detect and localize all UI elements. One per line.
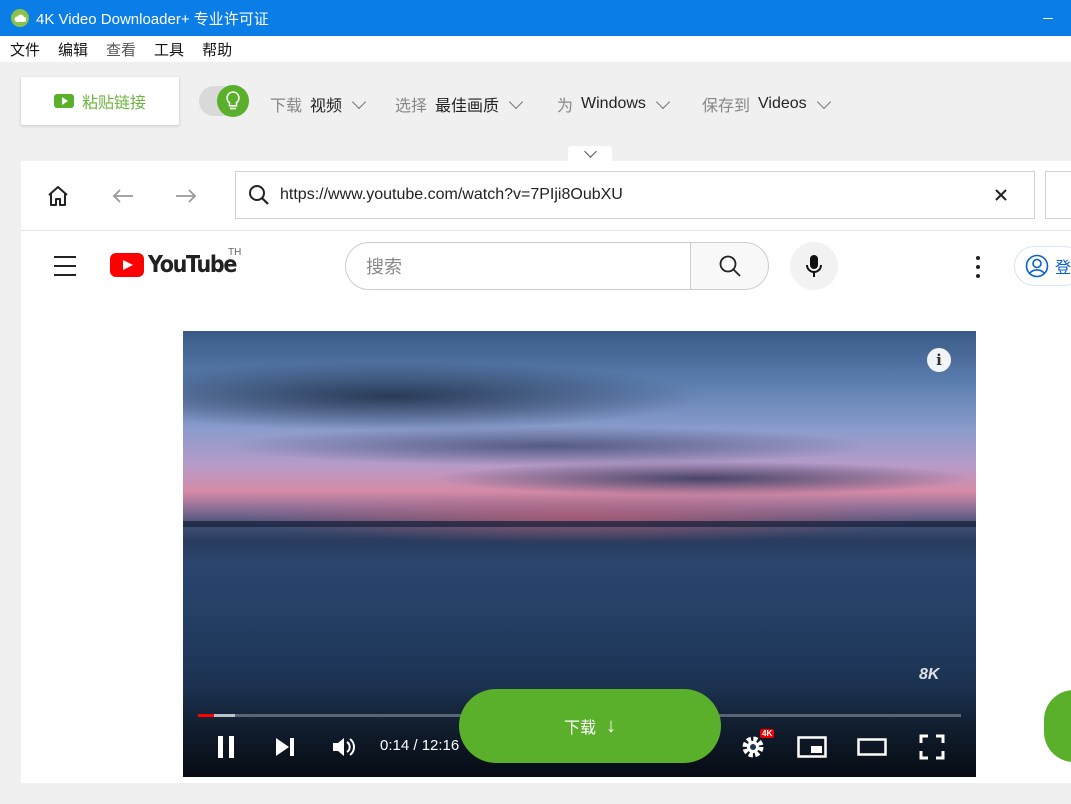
menu-bar: 文件 编辑 查看 工具 帮助 (0, 36, 1071, 62)
platform-value: Windows (581, 95, 646, 112)
menu-view[interactable]: 查看 (106, 39, 136, 60)
bulb-icon (217, 85, 249, 117)
search-icon (249, 185, 269, 205)
sign-in-button[interactable]: 登 (1014, 246, 1071, 286)
save-location-label: 保存到 (702, 98, 751, 115)
menu-tools[interactable]: 工具 (154, 39, 184, 60)
miniplayer-button[interactable] (796, 733, 828, 761)
menu-icon[interactable] (54, 256, 76, 276)
pause-icon (218, 736, 234, 758)
youtube-logo[interactable]: YouTube TH (110, 247, 246, 278)
miniplayer-icon (797, 736, 827, 758)
theater-mode-button[interactable] (856, 733, 888, 761)
paste-link-button[interactable]: 粘贴链接 (21, 77, 179, 125)
collapse-browser-button[interactable] (568, 145, 612, 162)
info-icon[interactable]: i (927, 348, 951, 372)
download-button[interactable]: 下载 ↓ (459, 689, 721, 763)
country-code: TH (228, 247, 242, 258)
toolbar: 粘贴链接 下载 视频 选择 最佳画质 为 Windows 保存到 Videos (0, 62, 1071, 144)
url-text: https://www.youtube.com/watch?v=7PIji8Ou… (280, 186, 623, 203)
close-icon (995, 189, 1007, 201)
fullscreen-button[interactable] (917, 733, 947, 761)
browser-nav-bar: https://www.youtube.com/watch?v=7PIji8Ou… (21, 161, 1071, 231)
youtube-wordmark: YouTube (148, 252, 237, 278)
save-location-dropdown[interactable]: 保存到 Videos (702, 92, 831, 116)
title-bar: 4K Video Downloader+ 专业许可证 (0, 0, 1071, 36)
paste-link-label: 粘贴链接 (81, 95, 146, 112)
video-frame (183, 361, 703, 431)
platform-dropdown[interactable]: 为 Windows (557, 92, 670, 116)
time-display: 0:14 / 12:16 (380, 737, 460, 754)
chevron-down-icon (583, 145, 597, 158)
channel-watermark: 8K (919, 666, 940, 683)
next-icon (276, 738, 294, 756)
search-placeholder: 搜索 (366, 257, 402, 277)
url-bar[interactable]: https://www.youtube.com/watch?v=7PIji8Ou… (235, 171, 1035, 219)
platform-label: 为 (557, 98, 574, 115)
smart-mode-toggle[interactable] (199, 85, 249, 117)
pause-button[interactable] (214, 733, 238, 761)
mic-icon (806, 255, 822, 277)
volume-button[interactable] (330, 733, 358, 761)
theater-icon (857, 738, 887, 756)
voice-search-button[interactable] (790, 242, 838, 290)
chevron-down-icon (351, 94, 367, 109)
progress-played (198, 714, 215, 717)
youtube-play-icon (110, 253, 144, 277)
home-button[interactable] (41, 181, 75, 211)
chevron-down-icon (816, 94, 831, 109)
more-vert-icon[interactable] (973, 256, 983, 278)
user-icon (1025, 254, 1049, 278)
forward-button[interactable] (169, 181, 203, 211)
quality-value: 最佳画质 (435, 98, 500, 115)
search-icon (719, 255, 741, 277)
back-arrow-icon (112, 189, 133, 203)
app-logo-icon (11, 9, 29, 27)
chevron-down-icon (655, 94, 670, 109)
quality-dropdown[interactable]: 选择 最佳画质 (395, 92, 524, 116)
back-button[interactable] (106, 181, 140, 211)
save-location-value: Videos (758, 95, 807, 112)
quality-label: 选择 (395, 98, 428, 115)
minimize-button[interactable] (1025, 0, 1071, 36)
quality-badge: 4K (760, 729, 775, 738)
download-label: 下载 (563, 720, 596, 737)
menu-help[interactable]: 帮助 (202, 39, 232, 60)
fullscreen-icon (919, 734, 945, 760)
youtube-play-icon (53, 94, 74, 108)
next-button[interactable] (273, 733, 297, 761)
chevron-down-icon (508, 94, 524, 109)
browser-side-button[interactable] (1045, 171, 1071, 219)
window-title: 4K Video Downloader+ 专业许可证 (36, 10, 269, 28)
download-type-label: 下载 (270, 98, 303, 115)
home-icon (48, 186, 68, 206)
volume-icon (333, 738, 355, 756)
menu-file[interactable]: 文件 (10, 39, 40, 60)
minimize-icon (1043, 17, 1053, 19)
menu-edit[interactable]: 编辑 (58, 39, 88, 60)
youtube-search-button[interactable] (691, 242, 769, 290)
youtube-search-input[interactable]: 搜索 (345, 242, 691, 290)
forward-arrow-icon (176, 189, 197, 203)
download-type-dropdown[interactable]: 下载 视频 (270, 92, 367, 116)
download-arrow-icon: ↓ (606, 714, 616, 737)
sign-in-label: 登 (1055, 260, 1071, 277)
download-type-value: 视频 (310, 98, 343, 115)
clear-url-button[interactable] (986, 180, 1016, 210)
youtube-header: YouTube TH 搜索 登 (21, 232, 1071, 302)
